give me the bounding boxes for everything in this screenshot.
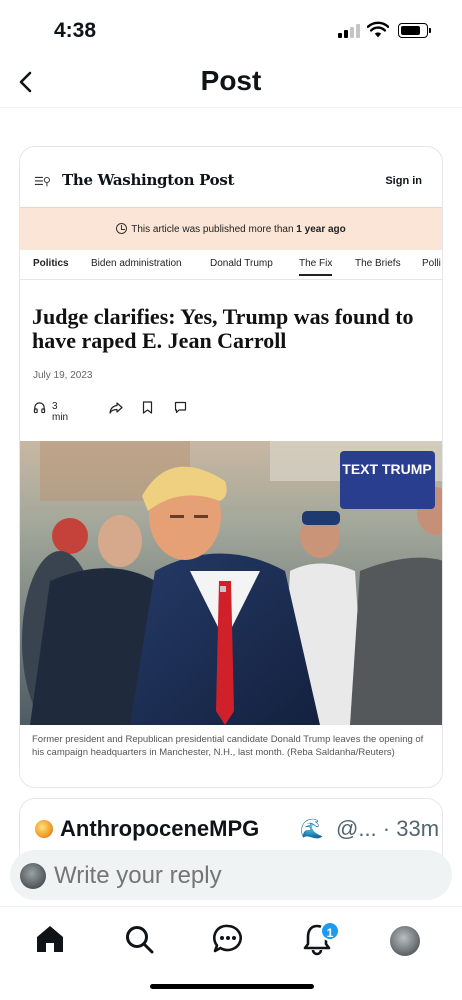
publisher-bar: ☰⚲ The Washington Post Sign in <box>20 147 442 207</box>
messages-icon[interactable] <box>211 922 245 956</box>
share-icon[interactable] <box>109 401 123 414</box>
next-post[interactable]: AnthropoceneMPG 🌊 @... · 33m <box>19 798 443 858</box>
avatar[interactable] <box>35 820 53 838</box>
reply-input[interactable] <box>54 862 434 890</box>
tab-donald-trump[interactable]: Donald Trump <box>210 258 273 269</box>
reply-composer[interactable] <box>10 850 452 900</box>
tab-politics[interactable]: Politics <box>33 258 69 269</box>
article-photo[interactable]: TEXT TRUMP <box>20 441 443 725</box>
comment-icon[interactable] <box>174 401 187 414</box>
post-time: · 33m <box>382 816 440 841</box>
publisher-logo: The Washington Post <box>62 171 235 189</box>
author-handle: @... <box>336 816 377 841</box>
menu-search-icon[interactable]: ☰⚲ <box>34 175 51 188</box>
search-icon[interactable] <box>122 922 156 956</box>
status-time: 4:38 <box>54 19 97 42</box>
tab-polling[interactable]: Polli <box>422 258 441 269</box>
notification-badge: 1 <box>320 921 340 941</box>
tab-the-fix[interactable]: The Fix <box>299 258 333 276</box>
section-nav: Politics Biden administration Donald Tru… <box>20 250 442 280</box>
post-header: Post <box>0 56 462 108</box>
notice-text: This article was published more than <box>131 224 297 235</box>
tab-the-briefs[interactable]: The Briefs <box>355 258 401 269</box>
page-title: Post <box>200 65 262 96</box>
notice-age: 1 year ago <box>296 224 346 235</box>
bookmark-icon[interactable] <box>142 401 153 414</box>
avatar <box>20 863 46 889</box>
home-icon[interactable] <box>33 922 67 956</box>
clock-icon <box>116 223 128 234</box>
article-headline[interactable]: Judge clarifies: Yes, Trump was found to… <box>32 305 432 353</box>
sign-in-link[interactable]: Sign in <box>385 175 422 187</box>
headphones-icon[interactable] <box>33 401 46 414</box>
photo-caption: Former president and Republican presiden… <box>32 734 424 758</box>
status-bar: 4:38 <box>0 0 462 56</box>
profile-avatar[interactable] <box>390 926 420 956</box>
tab-biden-administration[interactable]: Biden administration <box>91 258 182 269</box>
archive-notice: This article was published more than 1 y… <box>20 207 442 250</box>
battery-icon <box>398 23 431 38</box>
photo-sign-text: TEXT TRUMP <box>342 461 431 477</box>
article-date: July 19, 2023 <box>33 370 93 381</box>
wave-emoji-icon: 🌊 <box>300 819 324 840</box>
author-handle-time: @... · 33m <box>336 816 439 842</box>
wifi-icon <box>367 21 389 38</box>
article-link-card[interactable]: ☰⚲ The Washington Post Sign in This arti… <box>19 146 443 788</box>
author-name[interactable]: AnthropoceneMPG <box>60 816 259 842</box>
read-time: 3 min <box>52 401 69 423</box>
signal-icon <box>338 24 360 38</box>
home-indicator[interactable] <box>150 984 314 989</box>
